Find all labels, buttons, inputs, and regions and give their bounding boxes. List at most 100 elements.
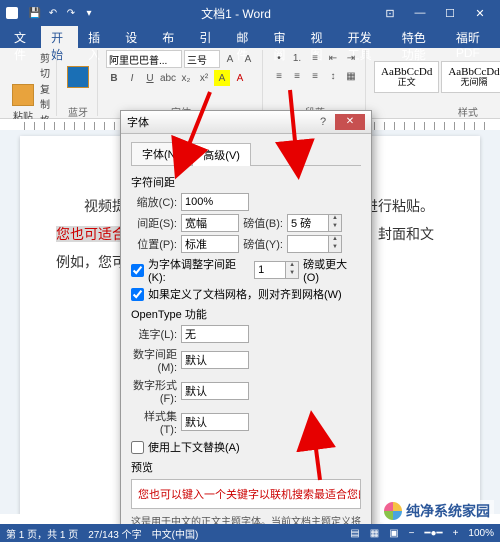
position-pt-value[interactable]: [287, 235, 329, 253]
ligatures-label: 连字(L):: [131, 326, 177, 342]
tab-file[interactable]: 文件: [4, 26, 41, 48]
tab-dev[interactable]: 开发工具: [338, 26, 392, 48]
status-lang[interactable]: 中文(中国): [152, 526, 199, 541]
maximize-icon[interactable]: ☐: [436, 7, 464, 20]
tab-review[interactable]: 审阅: [263, 26, 300, 48]
underline-icon[interactable]: U: [142, 70, 158, 86]
help-icon[interactable]: ?: [313, 116, 333, 128]
zoom-out-icon[interactable]: −: [409, 528, 415, 539]
tab-insert[interactable]: 插入: [78, 26, 115, 48]
bold-icon[interactable]: B: [106, 70, 122, 86]
bluetooth-icon: [67, 66, 89, 88]
group-styles: AaBbCcDd 正文 AaBbCcDd 无间隔 AaBl 标题 1 样式: [368, 50, 500, 116]
kerning-checkbox[interactable]: [131, 264, 144, 277]
strike-icon[interactable]: abc: [160, 70, 176, 86]
spinner-arrows-icon[interactable]: ▲▼: [329, 235, 342, 253]
align-right-icon[interactable]: ≡: [307, 68, 323, 84]
style-nospacing[interactable]: AaBbCcDd 无间隔: [441, 61, 500, 93]
style-name: 正文: [398, 78, 416, 88]
align-left-icon[interactable]: ≡: [271, 68, 287, 84]
redo-icon[interactable]: ↷: [64, 6, 78, 20]
scale-select[interactable]: 100%: [181, 193, 249, 211]
multilevel-icon[interactable]: ≡: [307, 50, 323, 66]
superscript-icon[interactable]: x²: [196, 70, 212, 86]
titlebar: 💾 ↶ ↷ ▾ 文档1 - Word ⊡ — ☐ ✕: [0, 0, 500, 26]
font-family-select[interactable]: 阿里巴巴普...: [106, 50, 182, 68]
status-page[interactable]: 第 1 页，共 1 页: [6, 526, 78, 541]
shrink-font-icon[interactable]: A: [240, 51, 256, 67]
undo-icon[interactable]: ↶: [46, 6, 60, 20]
numform-select[interactable]: 默认: [181, 382, 249, 400]
styleset-select[interactable]: 默认: [181, 413, 249, 431]
qat-more-icon[interactable]: ▾: [82, 6, 96, 20]
bluetooth-button[interactable]: [65, 64, 91, 90]
highlight-icon[interactable]: A: [214, 70, 230, 86]
italic-icon[interactable]: I: [124, 70, 140, 86]
subscript-icon[interactable]: x₂: [178, 70, 194, 86]
view-web-icon[interactable]: ▣: [389, 528, 398, 539]
spacing-pt-value[interactable]: 5 磅: [287, 214, 329, 232]
ribbon-options-icon[interactable]: ⊡: [376, 7, 404, 20]
numspacing-select[interactable]: 默认: [181, 351, 249, 369]
dialog-titlebar[interactable]: 字体 ? ✕: [121, 111, 371, 134]
numspacing-label: 数字间距(M):: [131, 346, 177, 374]
shading-icon[interactable]: ▦: [343, 68, 359, 84]
paste-icon: [12, 84, 34, 106]
spacing-pt-spinner[interactable]: 5 磅 ▲▼: [287, 214, 342, 232]
indent-inc-icon[interactable]: ⇥: [343, 50, 359, 66]
tab-design[interactable]: 设计: [115, 26, 152, 48]
bullets-icon[interactable]: •: [271, 50, 287, 66]
save-icon[interactable]: 💾: [28, 6, 42, 20]
tab-mail[interactable]: 邮件: [226, 26, 263, 48]
kerning-value[interactable]: 1: [254, 261, 286, 279]
tab-home[interactable]: 开始: [41, 26, 78, 48]
advanced-tab[interactable]: 高级(V): [192, 143, 251, 166]
zoom-in-icon[interactable]: +: [453, 528, 459, 539]
context-alt-label: 使用上下文替换(A): [148, 439, 240, 455]
line-spacing-icon[interactable]: ↕: [325, 68, 341, 84]
font-color-icon[interactable]: A: [232, 70, 248, 86]
dialog-close-icon[interactable]: ✕: [335, 114, 365, 130]
spacing-select[interactable]: 宽幅: [181, 214, 239, 232]
cut-button[interactable]: 剪切: [40, 50, 50, 80]
kerning-spinner[interactable]: 1 ▲▼: [254, 261, 299, 279]
tab-ref[interactable]: 引用: [189, 26, 226, 48]
section-opentype: OpenType 功能: [131, 306, 361, 322]
tab-view[interactable]: 视图: [301, 26, 338, 48]
ligatures-select[interactable]: 无: [181, 325, 249, 343]
spinner-arrows-icon[interactable]: ▲▼: [329, 214, 342, 232]
style-normal[interactable]: AaBbCcDd 正文: [374, 61, 439, 93]
view-read-icon[interactable]: ▤: [350, 528, 359, 539]
close-icon[interactable]: ✕: [466, 7, 494, 20]
group-bluetooth: 蓝牙: [59, 50, 98, 116]
numform-label: 数字形式(F):: [131, 377, 177, 405]
zoom-level[interactable]: 100%: [468, 528, 494, 539]
minimize-icon[interactable]: —: [406, 7, 434, 20]
status-words[interactable]: 27/143 个字: [88, 526, 141, 541]
tab-special[interactable]: 特色功能: [392, 26, 446, 48]
view-print-icon[interactable]: ▦: [370, 528, 379, 539]
align-center-icon[interactable]: ≡: [289, 68, 305, 84]
context-alt-checkbox[interactable]: [131, 441, 144, 454]
tab-layout[interactable]: 布局: [152, 26, 189, 48]
position-pt-label: 磅值(Y):: [243, 236, 283, 252]
zoom-slider[interactable]: ━●━: [424, 528, 442, 539]
copy-button[interactable]: 复制: [40, 81, 50, 111]
indent-dec-icon[interactable]: ⇤: [325, 50, 341, 66]
position-pt-spinner[interactable]: ▲▼: [287, 235, 342, 253]
font-size-select[interactable]: 三号: [184, 50, 220, 68]
tab-pdf[interactable]: 福昕PDF: [446, 26, 500, 48]
font-tab[interactable]: 字体(N): [131, 142, 190, 165]
group-clipboard: 粘贴 剪切 复制 格式刷 剪贴板: [4, 50, 57, 116]
snap-grid-checkbox[interactable]: [131, 288, 144, 301]
status-bar: 第 1 页，共 1 页 27/143 个字 中文(中国) ▤ ▦ ▣ − ━●━…: [0, 524, 500, 542]
position-select[interactable]: 标准: [181, 235, 239, 253]
dialog-title: 字体: [127, 114, 313, 130]
numbering-icon[interactable]: 1.: [289, 50, 305, 66]
grow-font-icon[interactable]: A: [222, 51, 238, 67]
spinner-arrows-icon[interactable]: ▲▼: [286, 261, 299, 279]
scale-label: 缩放(C):: [131, 194, 177, 210]
window-title: 文档1 - Word: [96, 5, 376, 22]
snap-grid-label: 如果定义了文档网格，则对齐到网格(W): [148, 286, 342, 302]
kerning-label: 为字体调整字间距(K):: [148, 256, 250, 284]
